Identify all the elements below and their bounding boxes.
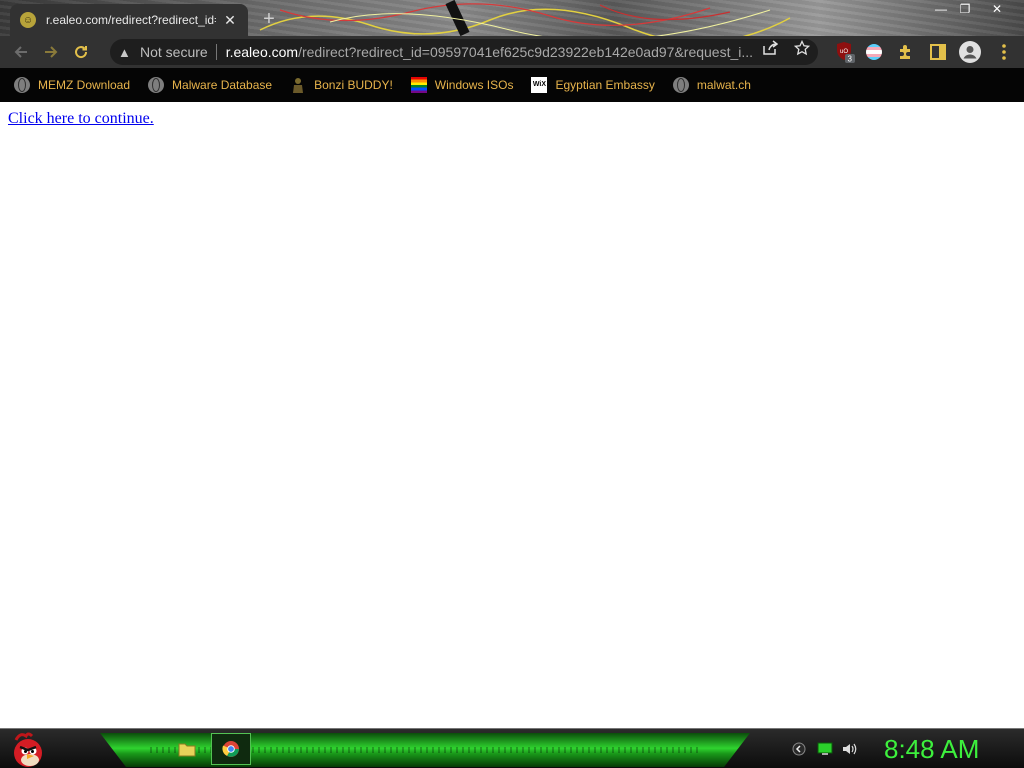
url-host: r.ealeo.com — [225, 44, 299, 60]
taskbar-clock[interactable]: 8:48 AM — [884, 733, 1014, 765]
url-path: /redirect?redirect_id=09597041ef625c9d23… — [298, 44, 754, 60]
arrow-left-icon — [14, 46, 27, 58]
back-button[interactable] — [6, 38, 36, 66]
reload-button[interactable] — [66, 38, 96, 66]
ublock-badge-count: 3 — [848, 55, 853, 64]
globe-icon — [672, 77, 689, 93]
new-tab-button[interactable]: + — [258, 8, 280, 30]
address-separator — [215, 44, 217, 60]
arrow-right-icon — [45, 46, 58, 58]
forward-button[interactable] — [36, 38, 66, 66]
trans-flag-extension-icon[interactable] — [862, 40, 886, 64]
close-window-button[interactable]: ✕ — [984, 0, 1010, 18]
wix-icon: WiX — [531, 77, 548, 93]
bookmark-label: Windows ISOs — [434, 78, 514, 92]
bookmark-bonzi-buddy[interactable]: Bonzi BUDDY! — [290, 77, 393, 93]
bookmark-egyptian-embassy[interactable]: WiX Egyptian Embassy — [531, 77, 655, 93]
rainbow-flag-icon — [410, 77, 427, 93]
taskbar-chrome[interactable] — [211, 733, 251, 765]
bookmarks-bar: MEMZ Download Malware Database Bonzi BUD… — [0, 68, 1024, 102]
page-content: Click here to continue. — [0, 102, 1024, 728]
taskbar — [0, 728, 1024, 768]
bonzi-icon — [290, 77, 306, 93]
minimize-button[interactable]: — — [928, 0, 954, 18]
ublock-origin-icon[interactable]: uO 3 — [834, 40, 858, 64]
extensions-puzzle-icon[interactable] — [894, 40, 918, 64]
tab-title: r.ealeo.com/redirect?redirect_id=0959704… — [46, 13, 216, 27]
reload-icon — [75, 46, 88, 59]
theme-graffiti-decoration — [259, 0, 791, 36]
site-favicon-icon: ☺ — [20, 12, 36, 28]
continue-link[interactable]: Click here to continue. — [8, 110, 154, 128]
address-bar[interactable]: ▲ Not secure r.ealeo.com /redirect?redir… — [110, 39, 818, 65]
security-label[interactable]: Not secure — [140, 44, 208, 60]
bookmark-memz-download[interactable]: MEMZ Download — [14, 77, 130, 93]
maximize-button[interactable]: ❐ — [952, 0, 978, 18]
bookmark-star-icon[interactable] — [790, 39, 814, 64]
profile-avatar-icon[interactable] — [958, 40, 982, 64]
bookmark-windows-isos[interactable]: Windows ISOs — [410, 77, 514, 93]
tab-close-icon[interactable]: ✕ — [222, 12, 238, 28]
bookmark-malware-database[interactable]: Malware Database — [148, 77, 272, 93]
warning-triangle-icon: ▲ — [118, 44, 131, 60]
bookmark-label: Malware Database — [172, 78, 273, 92]
volume-icon[interactable] — [840, 740, 858, 758]
globe-icon — [148, 77, 165, 93]
bookmark-label: malwat.ch — [696, 78, 751, 92]
tab-active[interactable]: ☺ r.ealeo.com/redirect?redirect_id=09597… — [10, 4, 248, 36]
tab-strip: ☺ r.ealeo.com/redirect?redirect_id=09597… — [0, 0, 1024, 36]
side-panel-icon[interactable] — [926, 40, 950, 64]
bookmark-malwatch[interactable]: malwat.ch — [672, 77, 751, 93]
tray-expand-chevron-icon[interactable] — [790, 740, 808, 758]
bookmark-label: Egyptian Embassy — [555, 78, 655, 92]
chrome-icon — [222, 741, 239, 757]
bookmark-label: MEMZ Download — [38, 78, 131, 92]
taskbar-file-explorer[interactable] — [172, 733, 202, 765]
network-icon[interactable] — [816, 740, 834, 758]
kebab-menu-icon[interactable] — [992, 40, 1016, 64]
share-icon[interactable] — [758, 40, 782, 64]
bookmark-label: Bonzi BUDDY! — [314, 78, 393, 92]
folder-icon — [178, 743, 196, 757]
start-button[interactable] — [8, 732, 48, 768]
angry-bird-icon — [14, 732, 42, 767]
globe-icon — [14, 77, 30, 93]
